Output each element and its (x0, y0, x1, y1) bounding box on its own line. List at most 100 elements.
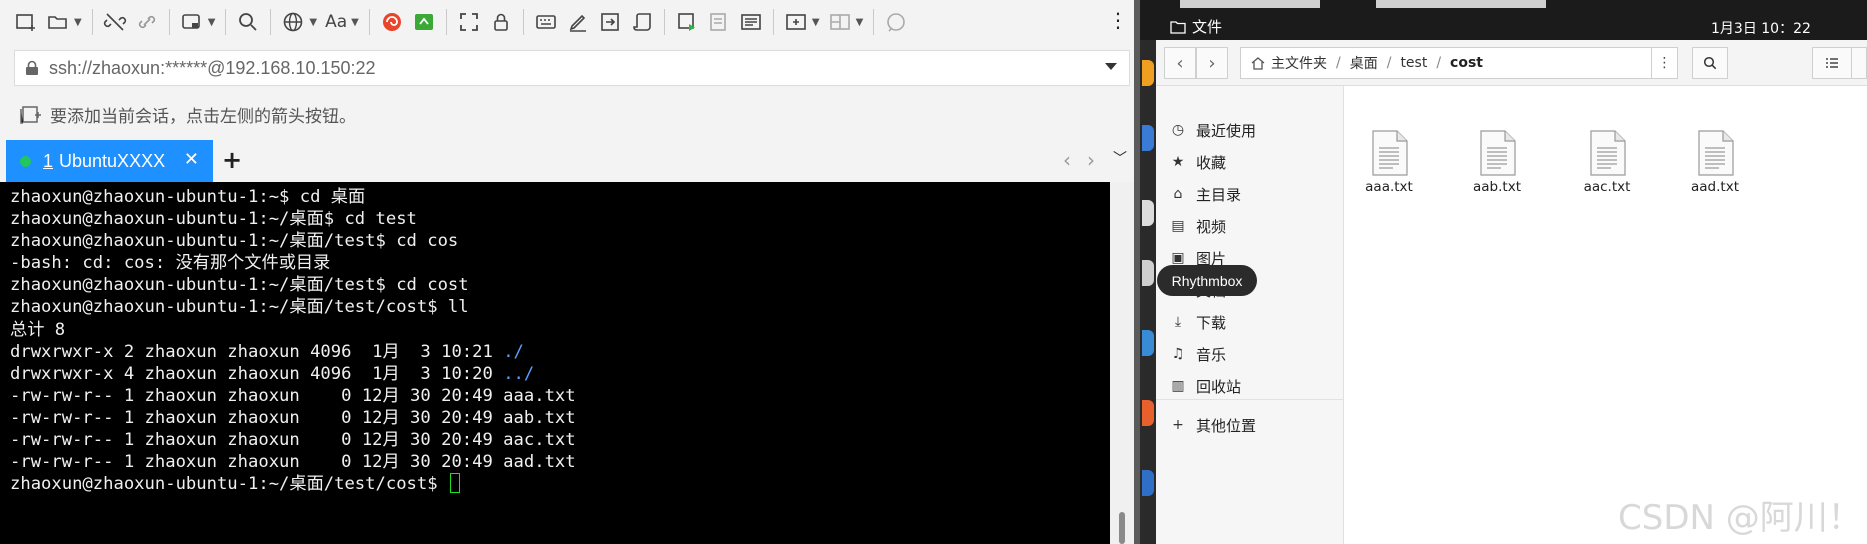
scrollbar-thumb[interactable] (1119, 512, 1125, 544)
xftp-button[interactable] (412, 7, 436, 37)
address-text[interactable]: ssh://zhaoxun:******@192.168.10.150:22 (49, 58, 376, 79)
sidebar-item-recent[interactable]: ◷ 最近使用 (1170, 118, 1256, 142)
watermark: CSDN @阿川！ (1618, 498, 1862, 538)
terminal-line: -rw-rw-r-- 1 zhaoxun zhaoxun 0 12月 30 20… (10, 385, 1110, 407)
new-session-button[interactable] (14, 7, 38, 37)
file-name: aad.txt (1691, 179, 1739, 195)
compose-button[interactable] (739, 7, 763, 37)
toolbar-divider (772, 9, 774, 35)
terminal-line-text: zhaoxun@zhaoxun-ubuntu-1:~/桌面/test$ cd c… (10, 231, 459, 252)
add-session-icon[interactable] (20, 105, 42, 125)
dock-app-icon[interactable] (1142, 200, 1154, 226)
close-icon[interactable]: ✕ (184, 149, 199, 170)
terminal-line: 总计 8 (10, 319, 1110, 341)
open-folder-button[interactable]: ▼ (46, 7, 82, 37)
encoding-button[interactable]: ▼ (281, 7, 317, 37)
dock-app-icon[interactable] (1142, 330, 1154, 356)
file-item[interactable]: aaa.txt (1344, 130, 1434, 195)
terminal-output[interactable]: zhaoxun@zhaoxun-ubuntu-1:~$ cd 桌面 zhaoxun… (0, 182, 1110, 544)
sidebar-item-downloads[interactable]: ⤓ 下载 (1170, 310, 1226, 334)
add-tab-button[interactable]: + (222, 146, 242, 174)
sidebar-item-music[interactable]: ♫ 音乐 (1170, 342, 1226, 366)
toolbar-divider (445, 9, 447, 35)
chevron-right-icon: › (1208, 52, 1216, 74)
window-icon (181, 14, 200, 29)
clock[interactable]: 1月3日 10：22 (1711, 18, 1811, 38)
breadcrumb-item-test[interactable]: test (1400, 55, 1427, 71)
dock-app-icon[interactable] (1142, 60, 1154, 86)
breadcrumb-item-cost[interactable]: cost (1450, 55, 1483, 71)
xshell-button[interactable] (380, 7, 404, 37)
back-button[interactable]: ‹ (1164, 47, 1196, 79)
keyboard-button[interactable] (534, 7, 558, 37)
lock-button[interactable] (489, 7, 513, 37)
chevron-left-icon[interactable]: ‹ (1063, 148, 1071, 172)
highlight-button[interactable] (566, 7, 590, 37)
chevron-down-icon[interactable] (1105, 63, 1117, 70)
dock-app-icon[interactable] (1142, 260, 1154, 286)
breadcrumb-item-home[interactable]: 主文件夹 (1271, 53, 1327, 73)
find-button[interactable] (236, 7, 260, 37)
forward-button[interactable]: › (1196, 47, 1228, 79)
toolbar-divider (91, 9, 93, 35)
font-icon: Aa (325, 12, 348, 32)
session-hint-text: 要添加当前会话，点击左侧的箭头按钮。 (50, 107, 356, 127)
send-button[interactable] (598, 7, 622, 37)
dock-app-icon[interactable] (1142, 400, 1154, 426)
terminal-line: zhaoxun@zhaoxun-ubuntu-1:~/桌面/test/cost$… (10, 296, 1110, 318)
log-button[interactable] (707, 7, 731, 37)
reconnect-button[interactable] (135, 7, 159, 37)
ssh-client-window: ▼ ▼ ▼ Aa ▼ ▼ ▼ ⋮ ssh://zhaoxun:******@19… (0, 0, 1134, 544)
directory-name: ../ (503, 363, 535, 384)
dock-app-icon[interactable] (1142, 125, 1154, 151)
terminal-line: zhaoxun@zhaoxun-ubuntu-1:~/桌面/test/cost$ (10, 473, 1110, 495)
globe-icon (284, 12, 303, 32)
file-item[interactable]: aac.txt (1562, 130, 1652, 195)
file-name: aab.txt (1473, 179, 1521, 195)
text-file-icon (1480, 130, 1516, 176)
sidebar-item-label: 音乐 (1196, 345, 1227, 364)
record-button[interactable] (675, 7, 699, 37)
terminal-line: zhaoxun@zhaoxun-ubuntu-1:~/桌面/test$ cd c… (10, 230, 1110, 252)
session-tab-ubuntu[interactable]: 1 UbuntuXXXX ✕ (6, 140, 213, 182)
search-icon (239, 13, 258, 31)
toolbar-divider (225, 9, 227, 35)
new-tab-group-button[interactable]: ▼ (784, 7, 820, 37)
sidebar-item-starred[interactable]: ★ 收藏 (1170, 150, 1226, 174)
chat-button[interactable] (884, 7, 908, 37)
script-button[interactable] (630, 7, 654, 37)
chevron-down-icon: ▼ (351, 16, 359, 28)
sidebar-item-home[interactable]: ⌂ 主目录 (1170, 182, 1241, 206)
chevron-down-icon: ▼ (309, 16, 318, 28)
font-button[interactable]: Aa ▼ (325, 7, 359, 37)
rhythmbox-tooltip: Rhythmbox (1157, 265, 1257, 296)
sidebar-item-videos[interactable]: ▤ 视频 (1170, 214, 1226, 238)
disconnect-button[interactable] (103, 7, 127, 37)
activities-files-menu[interactable]: 文件 (1170, 16, 1222, 37)
view-options-button[interactable] (1852, 47, 1867, 79)
chevron-right-icon[interactable]: › (1087, 148, 1095, 172)
breadcrumb-item-desktop[interactable]: 桌面 (1350, 53, 1378, 73)
file-item[interactable]: aab.txt (1452, 130, 1542, 195)
session-layout-button[interactable]: ▼ (180, 7, 215, 37)
view-mode-button[interactable] (1812, 47, 1852, 79)
split-layout-button[interactable]: ▼ (828, 7, 863, 37)
sidebar-item-other-locations[interactable]: + 其他位置 (1170, 413, 1256, 437)
fullscreen-button[interactable] (457, 7, 481, 37)
text-file-icon (1372, 130, 1408, 176)
sidebar-divider (1156, 399, 1344, 400)
sidebar-item-trash[interactable]: ▥ 回收站 (1170, 374, 1241, 398)
path-menu-icon[interactable]: ⋮ (1652, 47, 1678, 79)
more-options-icon[interactable]: ⋮ (1108, 8, 1128, 32)
file-item[interactable]: aad.txt (1670, 130, 1760, 195)
window-tab-strip (1180, 0, 1320, 8)
search-button[interactable] (1692, 47, 1728, 79)
split-icon (829, 14, 850, 30)
terminal-scrollbar[interactable] (1110, 182, 1134, 544)
dock-app-icon[interactable] (1142, 470, 1154, 496)
terminal-line-text: -bash: cd: cos: 没有那个文件或目录 (10, 253, 331, 274)
terminal-line-text: -rw-rw-r-- 1 zhaoxun zhaoxun 0 12月 30 20… (10, 407, 576, 428)
tab-list-chevron-icon[interactable]: ﹀ (1113, 148, 1127, 168)
file-name: aac.txt (1583, 179, 1631, 195)
address-bar[interactable]: ssh://zhaoxun:******@192.168.10.150:22 (14, 50, 1130, 86)
